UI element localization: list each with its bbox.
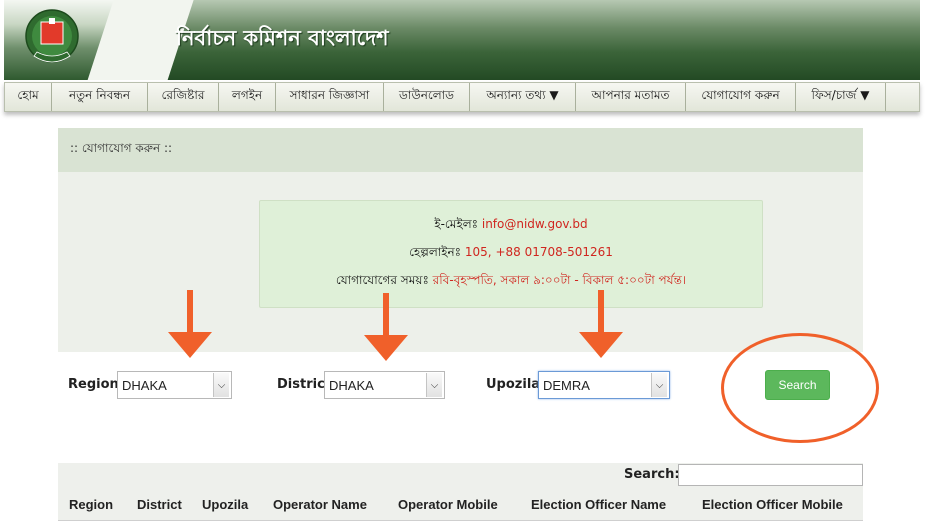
column-header-operator-name[interactable]: Operator Name [273, 497, 367, 512]
nav-feedback[interactable]: আপনার মতামত [576, 83, 686, 111]
hours-value: রবি-বৃহস্পতি, সকাল ৯:০০টা - বিকাল ৫:০০টা… [432, 273, 687, 287]
table-search-input[interactable] [678, 464, 863, 486]
district-label: District [277, 377, 331, 392]
column-header-operator-mobile[interactable]: Operator Mobile [398, 497, 498, 512]
nav-fees[interactable]: ফিস/চার্জ ▼ [796, 83, 886, 111]
hours-line: যোগাযোগের সময়ঃ রবি-বৃহস্পতি, সকাল ৯:০০ট… [336, 272, 686, 292]
nav-register[interactable]: রেজিষ্টার [148, 83, 219, 111]
region-select[interactable]: DHAKA ⌵ [117, 371, 232, 399]
nav-home[interactable]: হোম [5, 83, 52, 111]
search-button[interactable]: Search [765, 370, 830, 400]
column-header-election-officer-mobile[interactable]: Election Officer Mobile [702, 497, 843, 512]
arrow-down-icon [364, 293, 408, 361]
column-header-upozila[interactable]: Upozila [202, 497, 248, 512]
chevron-down-icon[interactable]: ⌵ [213, 373, 229, 397]
region-select-value: DHAKA [122, 377, 167, 393]
arrow-down-icon [168, 290, 212, 358]
site-header: নির্বাচন কমিশন বাংলাদেশ [4, 0, 920, 80]
contact-info-box: ই-মেইলঃ info@nidw.gov.bd হেল্পলাইনঃ 105,… [259, 200, 763, 308]
arrow-down-icon [579, 290, 623, 358]
nav-login[interactable]: লগইন [219, 83, 276, 111]
nav-contact[interactable]: যোগাযোগ করুন [686, 83, 796, 111]
district-select[interactable]: DHAKA ⌵ [324, 371, 445, 399]
panel-heading: :: যোগাযোগ করুন :: [58, 128, 863, 172]
nav-faq[interactable]: সাধারন জিজ্ঞাসা [276, 83, 384, 111]
column-header-district[interactable]: District [137, 497, 182, 512]
email-label: ই-মেইলঃ [434, 217, 479, 231]
district-select-value: DHAKA [329, 377, 374, 393]
table-body-start [58, 520, 863, 531]
column-header-election-officer-name[interactable]: Election Officer Name [531, 497, 666, 512]
helpline-value: 105, +88 01708-501261 [464, 245, 613, 259]
nav-other-info[interactable]: অন্যান্য তথ্য ▼ [470, 83, 576, 111]
nav-download[interactable]: ডাউনলোড [384, 83, 470, 111]
helpline-label: হেল্পলাইনঃ [409, 245, 462, 259]
hours-label: যোগাযোগের সময়ঃ [335, 273, 429, 287]
ballot-box-emblem-icon[interactable] [22, 8, 82, 70]
site-title: নির্বাচন কমিশন বাংলাদেশ [176, 26, 389, 50]
upozila-label: Upozila [486, 377, 541, 392]
chevron-down-icon[interactable]: ⌵ [426, 373, 442, 397]
upozila-select[interactable]: DEMRA ⌵ [538, 371, 670, 399]
nav-new-registration[interactable]: নতুন নিবন্ধন [52, 83, 148, 111]
helpline-line: হেল্পলাইনঃ 105, +88 01708-501261 [409, 244, 613, 264]
email-line: ই-মেইলঃ info@nidw.gov.bd [434, 216, 587, 236]
table-search-label: Search: [624, 467, 680, 482]
email-value[interactable]: info@nidw.gov.bd [482, 217, 588, 231]
main-nav: হোম নতুন নিবন্ধন রেজিষ্টার লগইন সাধারন জ… [4, 82, 920, 112]
region-label: Region [68, 377, 119, 392]
upozila-select-value: DEMRA [543, 377, 590, 393]
chevron-down-icon[interactable]: ⌵ [651, 373, 667, 397]
column-header-region[interactable]: Region [69, 497, 113, 512]
